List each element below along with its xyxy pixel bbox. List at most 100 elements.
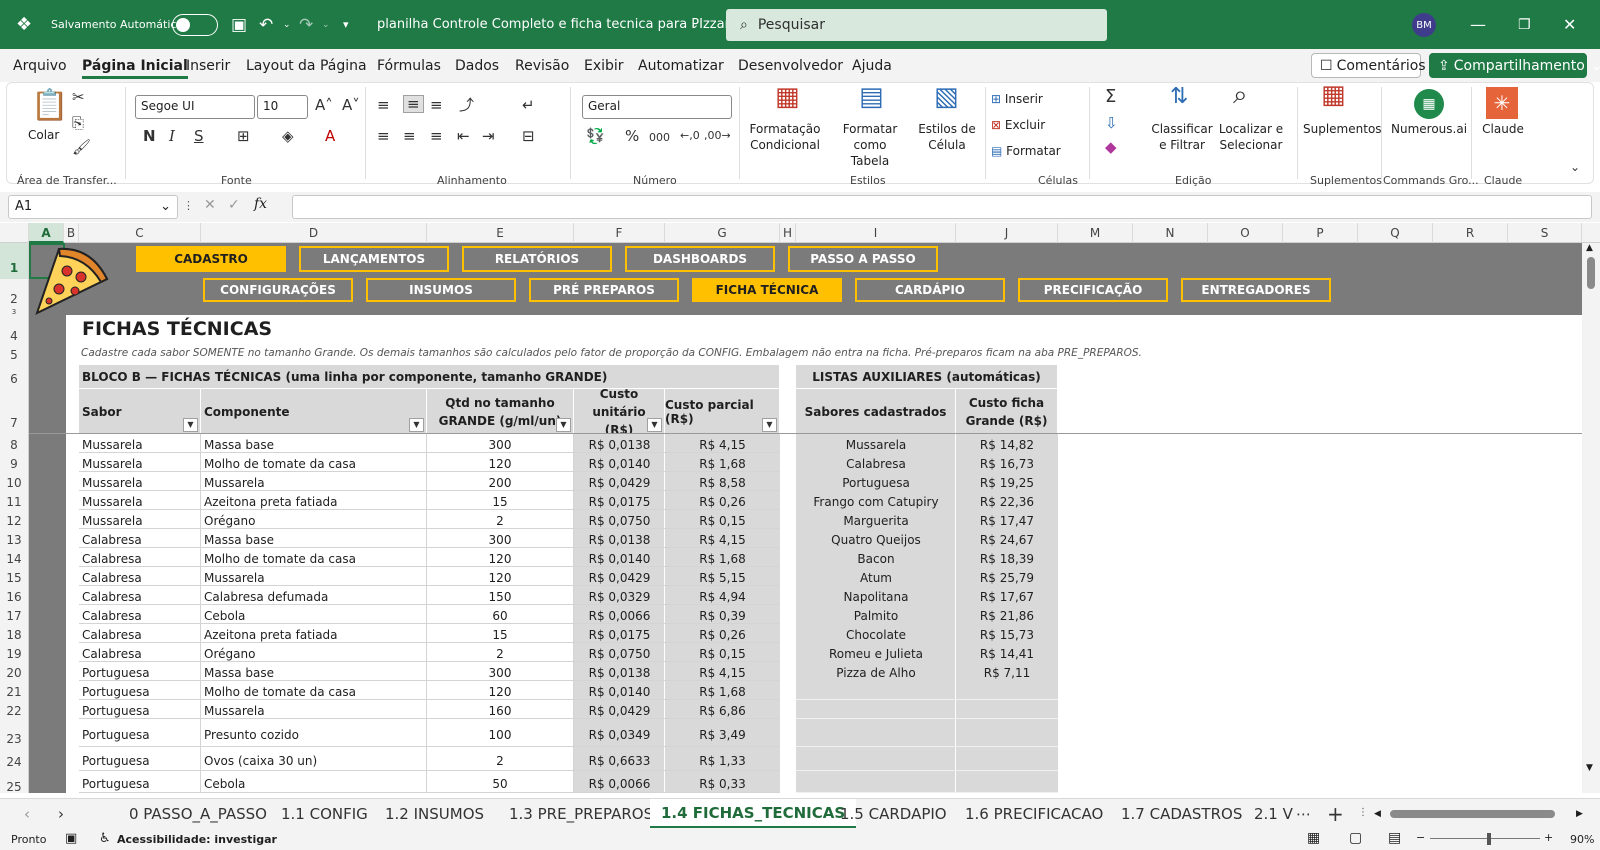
- cell-componente[interactable]: Mussarela: [201, 700, 427, 719]
- menu-desenvolvedor[interactable]: Desenvolvedor: [738, 58, 843, 74]
- cell-sabor[interactable]: Mussarela: [79, 472, 201, 491]
- redo-icon[interactable]: ↷: [299, 0, 313, 49]
- cell-qtd[interactable]: 2: [427, 643, 574, 662]
- cell-custo-parcial[interactable]: R$ 1,33: [665, 747, 780, 771]
- cell-custo-parcial[interactable]: R$ 1,68: [665, 681, 780, 700]
- find-select-icon[interactable]: ⌕: [1233, 82, 1248, 108]
- cell-qtd[interactable]: 60: [427, 605, 574, 624]
- cell-custo-unitario[interactable]: R$ 0,6633: [574, 747, 665, 771]
- cell-custo-unitario[interactable]: R$ 0,0750: [574, 643, 665, 662]
- row-header-14[interactable]: 14: [0, 548, 28, 567]
- menu-ajuda[interactable]: Ajuda: [852, 58, 892, 74]
- cell-qtd[interactable]: 300: [427, 662, 574, 681]
- conditional-format-label[interactable]: Formatação Condicional: [744, 121, 826, 153]
- worksheet-grid[interactable]: CADASTRO LANÇAMENTOS RELATÓRIOS DASHBOAR…: [29, 243, 1582, 793]
- fill-icon[interactable]: ⇩: [1105, 115, 1118, 131]
- col-header-c[interactable]: C: [79, 223, 201, 243]
- cut-icon[interactable]: ✂: [72, 89, 85, 105]
- cell-custo-unitario[interactable]: R$ 0,0175: [574, 491, 665, 510]
- cell-custo-parcial[interactable]: R$ 1,68: [665, 548, 780, 567]
- nav-insumos-button[interactable]: INSUMOS: [366, 278, 516, 302]
- cell-aux-sabor[interactable]: Bacon: [796, 548, 956, 567]
- minimize-icon[interactable]: —: [1470, 0, 1486, 49]
- col-header-n[interactable]: N: [1133, 223, 1208, 243]
- row-header-11[interactable]: 11: [0, 491, 28, 510]
- cell-componente[interactable]: Mussarela: [201, 472, 427, 491]
- zoom-in-icon[interactable]: +: [1544, 831, 1553, 844]
- cell-sabor[interactable]: Portuguesa: [79, 771, 201, 793]
- cell-sabor[interactable]: Portuguesa: [79, 681, 201, 700]
- nav-ficha-tecnica-button[interactable]: FICHA TÉCNICA: [692, 278, 842, 302]
- borders-icon[interactable]: ⊞: [237, 128, 250, 144]
- row-header-13[interactable]: 13: [0, 529, 28, 548]
- align-left-icon[interactable]: ≡: [377, 128, 390, 144]
- cell-qtd[interactable]: 120: [427, 681, 574, 700]
- row-header-9[interactable]: 9: [0, 453, 28, 472]
- find-select-label[interactable]: Localizar e Selecionar: [1211, 121, 1291, 153]
- format-table-label[interactable]: Formatar como Tabela: [825, 121, 915, 169]
- italic-icon[interactable]: I: [169, 128, 175, 144]
- cell-componente[interactable]: Orégano: [201, 510, 427, 529]
- cell-custo-unitario[interactable]: R$ 0,0750: [574, 510, 665, 529]
- conditional-format-icon[interactable]: ▦: [775, 84, 800, 110]
- row-header-12[interactable]: 12: [0, 510, 28, 529]
- col-header-q[interactable]: Q: [1358, 223, 1433, 243]
- cell-sabor[interactable]: Portuguesa: [79, 662, 201, 681]
- zoom-out-icon[interactable]: −: [1416, 831, 1425, 844]
- claude-label[interactable]: Claude: [1481, 121, 1525, 137]
- row-header-5[interactable]: 5: [0, 347, 28, 364]
- cell-custo-unitario[interactable]: R$ 0,0140: [574, 681, 665, 700]
- cell-sabor[interactable]: Calabresa: [79, 548, 201, 567]
- filter-dropdown-icon[interactable]: ▼: [762, 418, 777, 432]
- row-header-7[interactable]: 7: [0, 388, 28, 434]
- cell-aux-sabor[interactable]: Quatro Queijos: [796, 529, 956, 548]
- col-header-r[interactable]: R: [1433, 223, 1508, 243]
- cell-custo-parcial[interactable]: R$ 1,68: [665, 453, 780, 472]
- cell-componente[interactable]: Massa base: [201, 662, 427, 681]
- macro-record-icon[interactable]: ▣: [65, 831, 77, 846]
- restore-icon[interactable]: ❐: [1518, 0, 1531, 49]
- cell-custo-parcial[interactable]: R$ 3,49: [665, 719, 780, 747]
- cell-custo-parcial[interactable]: R$ 0,39: [665, 605, 780, 624]
- cell-sabor[interactable]: Calabresa: [79, 586, 201, 605]
- col-header-h[interactable]: H: [780, 223, 796, 243]
- filename-chevron-icon[interactable]: ⌄: [690, 0, 699, 49]
- cell-qtd[interactable]: 2: [427, 747, 574, 771]
- decrease-decimal-icon[interactable]: ,00→: [704, 128, 731, 144]
- page-layout-icon[interactable]: ▢: [1349, 830, 1362, 846]
- number-format-combo[interactable]: Geral: [582, 95, 732, 119]
- cell-custo-parcial[interactable]: R$ 4,15: [665, 434, 780, 453]
- clear-icon[interactable]: ◆: [1105, 139, 1117, 155]
- col-header-m[interactable]: M: [1058, 223, 1133, 243]
- menu-inserir[interactable]: Inserir: [186, 58, 230, 74]
- sort-filter-label[interactable]: Classificar e Filtrar: [1144, 121, 1220, 153]
- col-header-a[interactable]: A: [29, 223, 64, 243]
- nav-pre-preparos-button[interactable]: PRÉ PREPAROS: [529, 278, 679, 302]
- cell-qtd[interactable]: 150: [427, 586, 574, 605]
- nav-dashboards-button[interactable]: DASHBOARDS: [625, 246, 775, 272]
- menu-revisao[interactable]: Revisão: [515, 58, 569, 74]
- align-right-icon[interactable]: ≡: [430, 128, 443, 144]
- cell-qtd[interactable]: 2: [427, 510, 574, 529]
- delete-cells-button[interactable]: ⊠ Excluir: [991, 117, 1045, 133]
- cell-qtd[interactable]: 120: [427, 548, 574, 567]
- nav-lancamentos-button[interactable]: LANÇAMENTOS: [299, 246, 449, 272]
- row-header-18[interactable]: 18: [0, 624, 28, 643]
- paste-icon[interactable]: 📋: [31, 89, 68, 123]
- cell-aux-sabor[interactable]: Romeu e Julieta: [796, 643, 956, 662]
- cell-componente[interactable]: Massa base: [201, 529, 427, 548]
- zoom-slider[interactable]: [1430, 838, 1540, 839]
- accessibility-status[interactable]: Acessibilidade: investigar: [117, 833, 277, 846]
- zoom-level[interactable]: 90%: [1570, 833, 1594, 846]
- tab-cadastros[interactable]: 1.7 CADASTROS: [1110, 799, 1253, 829]
- cell-componente[interactable]: Azeitona preta fatiada: [201, 491, 427, 510]
- filter-dropdown-icon[interactable]: ▼: [409, 418, 424, 432]
- save-icon[interactable]: ▣: [231, 0, 247, 49]
- page-break-icon[interactable]: ▤: [1388, 830, 1401, 846]
- col-header-e[interactable]: E: [427, 223, 574, 243]
- row-header-23[interactable]: 23: [0, 719, 28, 747]
- zoom-slider-thumb[interactable]: [1487, 833, 1491, 845]
- row-header-1[interactable]: 1: [0, 243, 28, 279]
- cell-aux-custo[interactable]: R$ 19,25: [956, 472, 1058, 491]
- cell-sabor[interactable]: Mussarela: [79, 510, 201, 529]
